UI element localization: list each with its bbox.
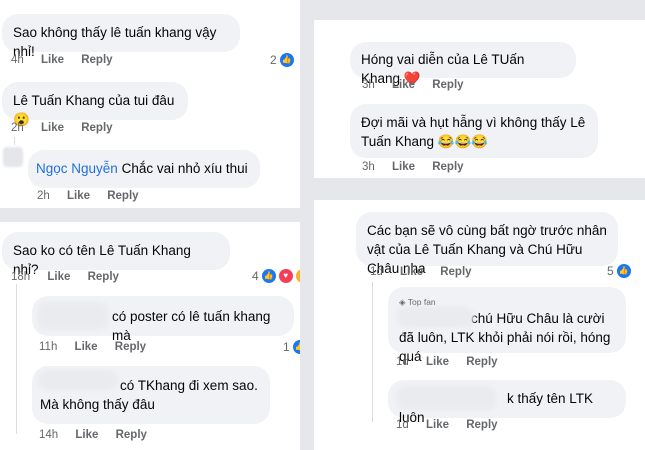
comment-meta: 4h Like Reply — [11, 54, 127, 66]
comment-bubble: Hóng vai diễn của Lê TUấn Khang ❤️ — [350, 42, 576, 86]
blurred-name — [38, 302, 108, 330]
comment-time: 3h — [362, 161, 375, 173]
reply-bubble: có TKhang đi xem sao. Mà không thấy đâu — [32, 366, 270, 424]
blurred-name — [396, 307, 474, 327]
reply-time: 1d — [396, 419, 409, 431]
reply-time: 2h — [37, 190, 50, 202]
comment-time: 3h — [362, 79, 375, 91]
reply-meta: 1d Like Reply — [396, 356, 512, 368]
reply-meta: 1d Like Reply — [396, 419, 512, 431]
reply-button[interactable]: Reply — [466, 356, 497, 368]
reply-author[interactable]: Ngọc Nguyễn — [36, 161, 118, 176]
avatar — [3, 147, 23, 167]
like-button[interactable]: Like — [47, 271, 70, 283]
comment-time: 1d — [370, 266, 383, 278]
comment-meta: 3h Like Reply — [362, 79, 478, 91]
comment-bubble: Sao ko có tên Lê Tuấn Khang nhỉ? — [2, 232, 230, 277]
reaction-number: 1 — [283, 340, 290, 354]
panel-gap-right-mid — [314, 178, 645, 200]
reply-meta: 11h Like Reply — [39, 341, 160, 353]
like-button[interactable]: Like — [75, 429, 98, 441]
comment-meta: 18h Like Reply — [11, 271, 133, 283]
like-icon: 👍 — [616, 264, 631, 278]
reply-text: Chắc vai nhỏ xíu thui — [121, 161, 248, 176]
comment-panel-top-right: Hóng vai diễn của Lê TUấn Khang ❤️ 3h Li… — [314, 20, 645, 178]
like-icon: 👍 — [279, 53, 294, 67]
comment-bubble: Đợi mãi và hụt hẫng vì không thấy Lê Tuấ… — [350, 104, 598, 158]
comment-panel-top-left: Sao không thấy lê tuấn khang vậy nhỉ! 4h… — [0, 0, 300, 208]
reply-time: 1d — [396, 356, 409, 368]
comment-meta: 3h Like Reply — [362, 161, 478, 173]
blurred-name — [396, 386, 496, 410]
reply-meta: 2h Like Reply — [37, 190, 153, 202]
reply-button[interactable]: Reply — [107, 190, 138, 202]
thread-line — [14, 137, 15, 145]
comment-bubble: Các bạn sẽ vô cùng bất ngờ trước nhân vậ… — [356, 212, 618, 276]
diamond-icon: ◈ — [399, 297, 406, 307]
reply-button[interactable]: Reply — [81, 54, 112, 66]
reply-meta: 14h Like Reply — [39, 429, 161, 441]
like-icon: 👍 — [261, 269, 276, 283]
reply-button[interactable]: Reply — [116, 429, 147, 441]
like-button[interactable]: Like — [41, 54, 64, 66]
heart-icon: ♥ — [278, 269, 293, 283]
haha-icon: ☺ — [295, 269, 300, 283]
panel-gap-vertical — [300, 0, 314, 450]
reply-time: 11h — [39, 341, 58, 353]
like-button[interactable]: Like — [41, 122, 64, 134]
reply-button[interactable]: Reply — [81, 122, 112, 134]
thread-line — [16, 284, 17, 434]
reply-time: 14h — [39, 429, 59, 441]
top-fan-label: Top fan — [407, 297, 436, 307]
reaction-count[interactable]: 4 👍 ♥ ☺ — [252, 269, 300, 283]
like-button[interactable]: Like — [392, 161, 415, 173]
reply-button[interactable]: Reply — [432, 79, 463, 91]
reaction-count[interactable]: 2 👍 — [270, 53, 294, 67]
comment-panel-bottom-right: Các bạn sẽ vô cùng bất ngờ trước nhân vậ… — [318, 200, 645, 450]
reply-bubble: k thấy tên LTK luôn — [388, 380, 626, 425]
reply-button[interactable]: Reply — [432, 161, 463, 173]
reply-button[interactable]: Reply — [466, 419, 497, 431]
reply-text: có poster có lê tuấn khang mà — [112, 309, 271, 343]
comment-bubble: Sao không thấy lê tuấn khang vậy nhỉ! — [2, 14, 240, 59]
like-button[interactable]: Like — [400, 266, 423, 278]
comment-time: 4h — [11, 54, 24, 66]
comment-text: Đợi mãi và hụt hẫng vì không thấy Lê Tuấ… — [361, 115, 586, 149]
comment-meta: 2h Like Reply — [11, 122, 127, 134]
reaction-number: 2 — [270, 53, 277, 67]
like-button[interactable]: Like — [426, 356, 449, 368]
comment-meta: 1d Like Reply — [370, 266, 486, 278]
like-button[interactable]: Like — [426, 419, 449, 431]
thread-line — [372, 282, 373, 422]
reply-button[interactable]: Reply — [115, 341, 146, 353]
reaction-count[interactable]: 1 👍 — [283, 340, 300, 354]
blurred-name — [38, 370, 118, 390]
comment-panel-bottom-left: Sao ko có tên Lê Tuấn Khang nhỉ? 18h Lik… — [0, 222, 300, 450]
reply-bubble: ◈ Top fan chú Hữu Châu là cười đã luôn, … — [388, 287, 626, 364]
reply-bubble: Ngọc Nguyễn Chắc vai nhỏ xíu thui — [28, 150, 260, 188]
panel-gap-right-top — [314, 0, 645, 20]
reaction-number: 5 — [607, 264, 614, 278]
like-icon: 👍 — [292, 340, 300, 354]
panel-gap-left — [0, 208, 300, 222]
like-button[interactable]: Like — [75, 341, 98, 353]
like-button[interactable]: Like — [392, 79, 415, 91]
reaction-count[interactable]: 5 👍 — [607, 264, 631, 278]
comment-bubble: Lê Tuấn Khang của tui đâu 😮 — [2, 82, 188, 127]
reply-bubble: có poster có lê tuấn khang mà — [32, 296, 294, 343]
comment-time: 18h — [11, 271, 31, 283]
reaction-number: 4 — [252, 269, 259, 283]
like-button[interactable]: Like — [67, 190, 90, 202]
reply-button[interactable]: Reply — [440, 266, 471, 278]
reply-button[interactable]: Reply — [88, 271, 119, 283]
comment-time: 2h — [11, 122, 24, 134]
